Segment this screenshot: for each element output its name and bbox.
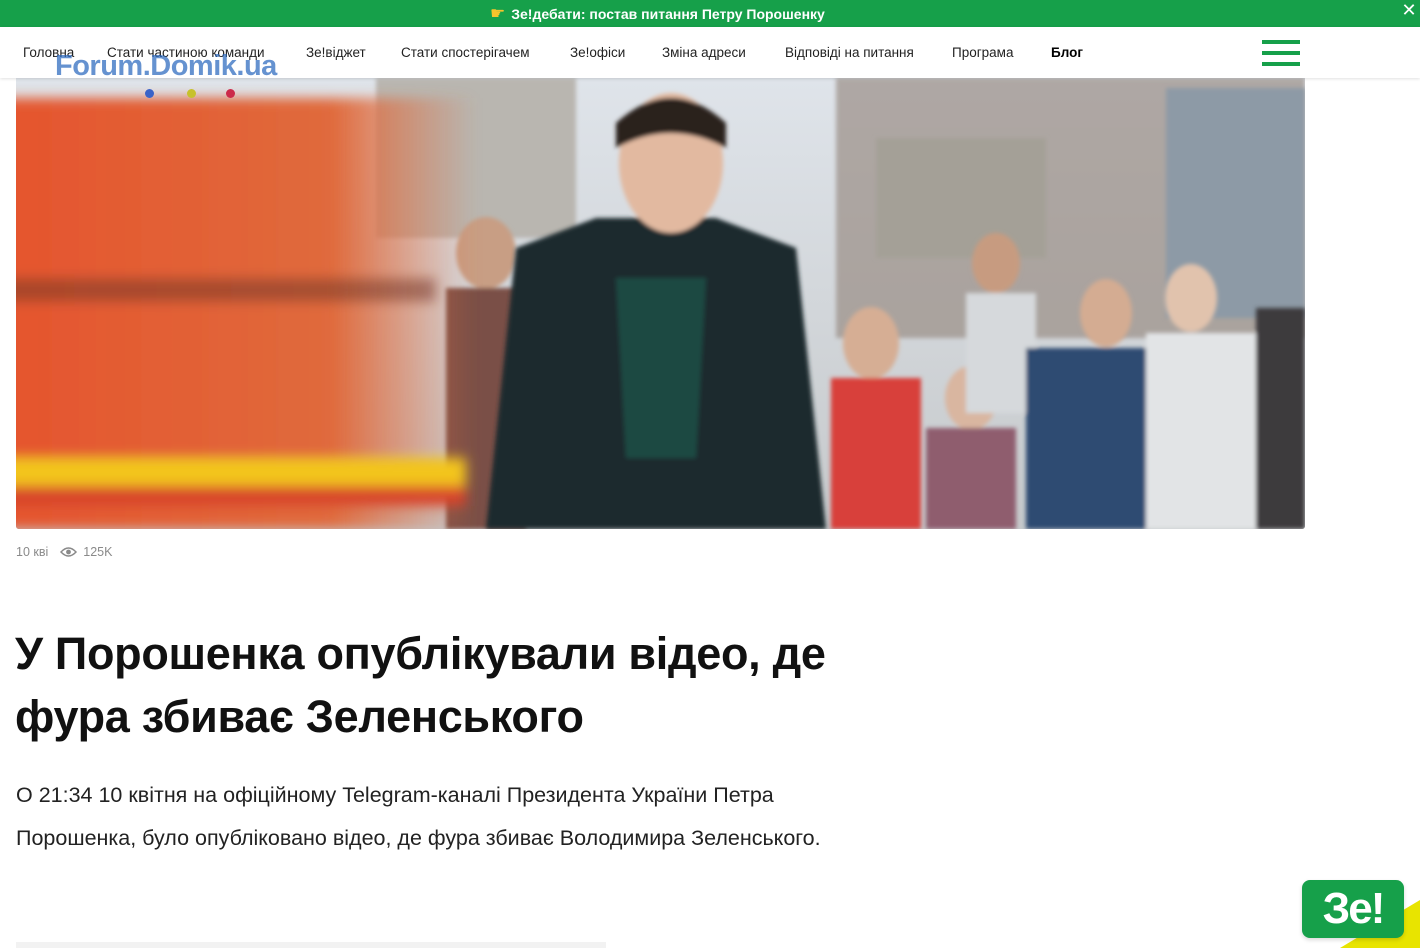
nav-item-blog[interactable]: Блог (1051, 45, 1083, 60)
close-icon[interactable]: ✕ (1400, 0, 1418, 22)
watermark: Forum.Domik.ua (55, 50, 277, 98)
article-meta: 10 кві 125K (16, 545, 112, 559)
nav-item-widget[interactable]: Зе!віджет (306, 45, 366, 60)
nav-item-change-address[interactable]: Зміна адреси (662, 45, 746, 60)
ze-logo-button[interactable]: Зе! (1302, 880, 1404, 938)
article-lead: О 21:34 10 квітня на офіційному Telegram… (16, 783, 821, 850)
article-date: 10 кві (16, 545, 49, 559)
nav-item-observer[interactable]: Стати спостерігачем (401, 45, 530, 60)
promo-banner-content[interactable]: ☛ Зе!дебати: постав питання Петру Пороше… (490, 0, 825, 27)
nav-item-program[interactable]: Програма (952, 45, 1013, 60)
article-views: 125K (83, 545, 113, 559)
content-divider (16, 942, 606, 948)
watermark-dots (145, 89, 245, 99)
hero-photo-illustration (16, 78, 1305, 529)
promo-banner[interactable]: ☛ Зе!дебати: постав питання Петру Пороше… (0, 0, 1420, 27)
watermark-text: Forum.Domik.ua (55, 50, 277, 82)
article-hero-image (16, 78, 1305, 529)
eye-icon (60, 547, 78, 557)
promo-banner-text[interactable]: Зе!дебати: постав питання Петру Порошенк… (511, 6, 825, 22)
article-title: У Порошенка опублікували відео, де фура … (15, 628, 826, 742)
pointing-hand-icon: ☛ (490, 4, 506, 23)
nav-item-offices[interactable]: Зе!офіси (570, 45, 625, 60)
hamburger-menu-icon[interactable] (1262, 40, 1300, 67)
nav-item-faq[interactable]: Відповіді на питання (785, 45, 914, 60)
